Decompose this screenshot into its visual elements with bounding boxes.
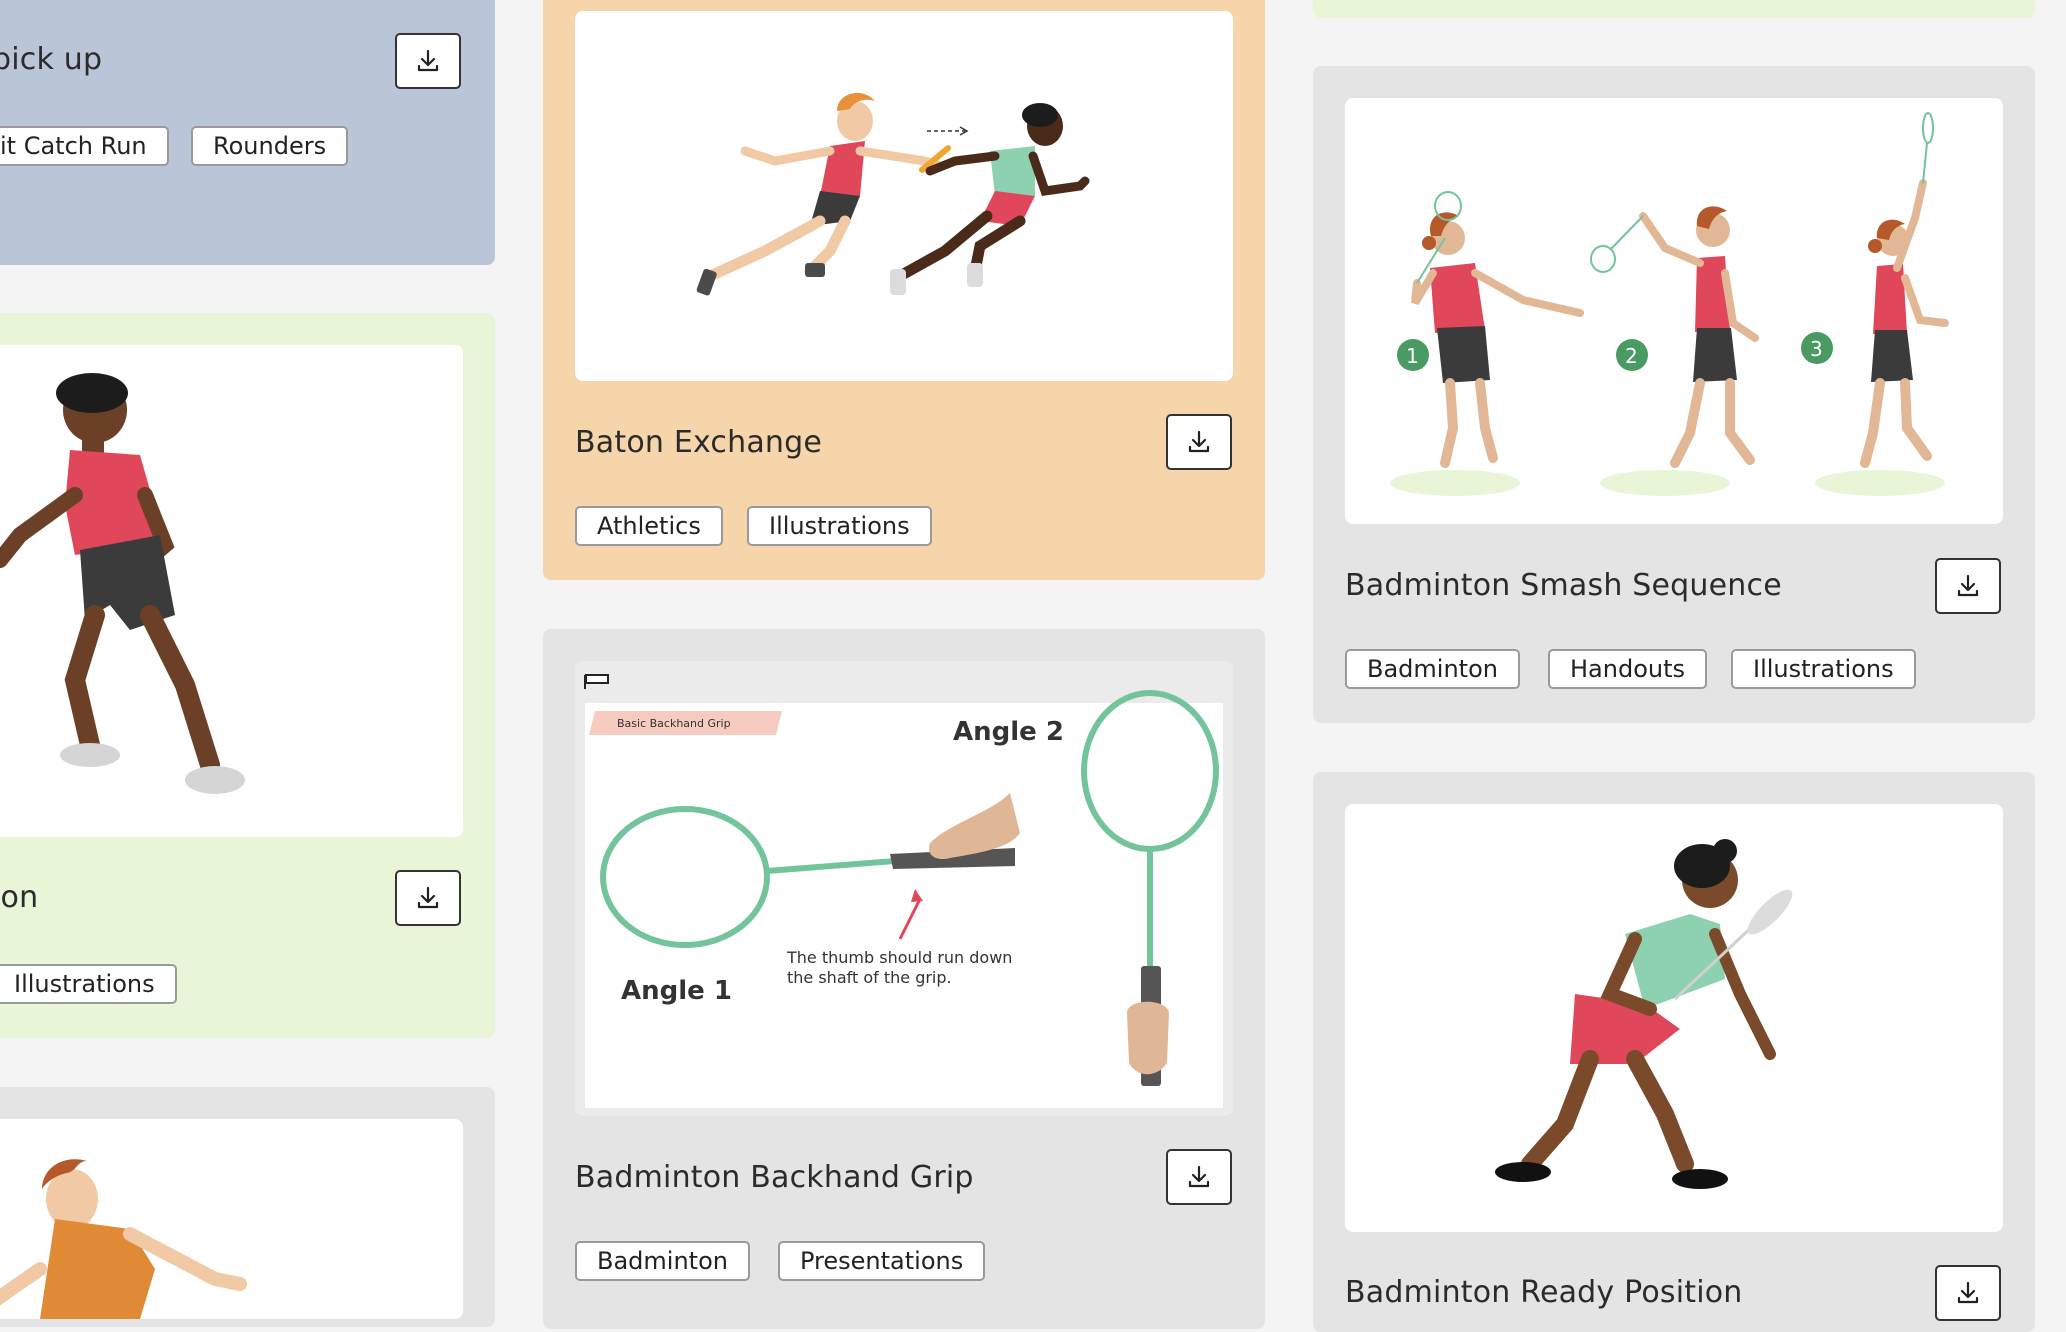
tag[interactable]: Rounders [191, 126, 349, 166]
tag[interactable]: Badminton [575, 1241, 750, 1281]
download-icon [1188, 430, 1210, 453]
player-illustration [0, 373, 245, 794]
download-icon [1188, 1165, 1210, 1188]
download-icon [417, 49, 439, 72]
tag[interactable]: Illustrations [747, 506, 932, 546]
step-1-number: 1 [1406, 344, 1419, 368]
download-button[interactable] [395, 870, 461, 926]
backhand-grip-slide: Basic Backhand Grip Angle 2 The thumb sh… [584, 674, 1219, 1086]
smash-sequence-illustration: 1 2 3 [1390, 112, 1949, 496]
card-title[interactable]: pick up [0, 42, 102, 77]
grip-note-line2: the shaft of the grip. [787, 968, 952, 987]
step-2-number: 2 [1625, 344, 1638, 368]
tag[interactable]: Athletics [575, 506, 723, 546]
card-thumbnail[interactable]: Basic Backhand Grip Angle 2 The thumb sh… [575, 661, 1233, 1116]
tag[interactable]: Presentations [778, 1241, 986, 1281]
runner-illustration [0, 1159, 247, 1319]
card-title[interactable]: Badminton Backhand Grip [575, 1160, 974, 1195]
card-thumbnail[interactable] [1345, 804, 2003, 1232]
download-icon [1957, 574, 1979, 597]
tag[interactable]: it Catch Run [0, 126, 169, 166]
card-title[interactable]: Badminton Smash Sequence [1345, 568, 1782, 603]
angle-2-label: Angle 2 [953, 717, 1064, 747]
download-icon [1957, 1281, 1979, 1304]
card-title[interactable]: Baton Exchange [575, 425, 822, 460]
download-button[interactable] [1935, 1265, 2001, 1321]
ready-position-illustration [1495, 839, 1793, 1189]
resource-card-top[interactable] [1313, 0, 2035, 18]
grip-note-line1: The thumb should run down [786, 948, 1012, 967]
tag[interactable]: Illustrations [0, 964, 177, 1004]
tag[interactable]: Badminton [1345, 649, 1520, 689]
download-icon [417, 886, 439, 909]
card-thumbnail[interactable] [0, 1119, 463, 1319]
card-thumbnail[interactable] [0, 345, 463, 837]
download-button[interactable] [1166, 1149, 1232, 1205]
tag[interactable]: Handouts [1548, 649, 1708, 689]
card-title[interactable]: Badminton Ready Position [1345, 1275, 1743, 1310]
download-button[interactable] [1935, 558, 2001, 614]
card-title[interactable]: ion [0, 880, 38, 915]
download-button[interactable] [1166, 414, 1232, 470]
slide-banner: Basic Backhand Grip [617, 717, 731, 730]
card-thumbnail[interactable]: 1 2 3 [1345, 98, 2003, 524]
card-thumbnail[interactable] [575, 11, 1233, 381]
angle-1-label: Angle 1 [621, 976, 732, 1006]
tag[interactable]: Illustrations [1731, 649, 1916, 689]
download-button[interactable] [395, 33, 461, 89]
baton-exchange-illustration [696, 92, 1090, 296]
step-3-number: 3 [1810, 337, 1823, 361]
flag-logo-icon [584, 674, 609, 689]
